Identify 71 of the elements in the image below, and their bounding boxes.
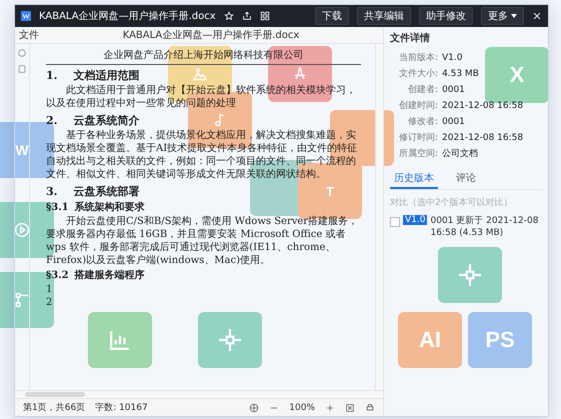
version-entry[interactable]: 0001 更新于 2021-12-08 16:58 (4.53 MB) bbox=[430, 215, 542, 239]
crosshair-icon bbox=[459, 264, 481, 286]
toolbar-button[interactable]: 下载 bbox=[315, 7, 349, 25]
panel-tab[interactable]: 历史版本 bbox=[390, 169, 438, 189]
globe-icon[interactable] bbox=[249, 402, 260, 412]
close-icon[interactable] bbox=[532, 11, 542, 21]
caret-icon bbox=[511, 14, 517, 18]
field-value: 4.53 MB bbox=[442, 68, 479, 81]
field-value: 公司文档 bbox=[442, 148, 478, 161]
compare-hint: 对比（选中2个版本可以对比） bbox=[390, 196, 514, 209]
heading-number: 1. bbox=[46, 68, 58, 83]
crosshair-icon bbox=[219, 329, 241, 351]
version-tag: V1.0 bbox=[403, 215, 428, 225]
body-paragraph: 此文档适用于普通用户对【开始云盘】软件系统的相关模块学习，以及在使用过程中对一些常见的问题的处理 bbox=[46, 84, 357, 110]
field-label: 修改者: bbox=[406, 116, 439, 129]
field-label: 创建者: bbox=[406, 84, 439, 97]
field-label: 创建时间: bbox=[398, 100, 439, 113]
word-count: 字数: 10167 bbox=[95, 402, 148, 414]
print-icon[interactable] bbox=[365, 402, 375, 412]
file-letter-text: W bbox=[15, 143, 29, 157]
body-paragraph: 基于各种业务场景，提供场景化文档应用，解决文档搜集难题，实现文档场景全覆盖。基于AI技术提取文件本身各种特征，由文件的特征自动找出与之相关联的文件，例如：同一个项目的文件、同一个流程的文件、相似文件、相同关键词等形成文件无限关联的网状结构。 bbox=[46, 129, 358, 181]
toolbar-button[interactable]: 助手修改 bbox=[419, 7, 473, 25]
panel-tab[interactable]: 评论 bbox=[452, 169, 480, 189]
more-menu-button[interactable]: 更多 bbox=[481, 7, 524, 25]
section-heading: 云盘系统部署 bbox=[73, 184, 140, 199]
fit-page-icon[interactable] bbox=[345, 402, 355, 412]
field-value: V1.0 bbox=[442, 52, 462, 65]
list-number: 2 bbox=[46, 296, 54, 309]
list-number: 1 bbox=[46, 283, 54, 296]
field-label: 所属空间: bbox=[398, 148, 439, 161]
file-menu[interactable]: 文件 bbox=[15, 28, 39, 42]
file-letter-text: AI bbox=[419, 329, 441, 351]
field-label: 修订时间: bbox=[398, 132, 439, 145]
share-icon[interactable] bbox=[242, 11, 252, 21]
page-count: 第1页，共66页 bbox=[23, 402, 86, 414]
flowchart-icon bbox=[15, 293, 29, 307]
toolbar-button[interactable]: 共享编辑 bbox=[357, 7, 411, 25]
bar-chart-icon bbox=[109, 329, 131, 351]
circle-icon[interactable] bbox=[17, 48, 27, 58]
section-heading: 云盘系统简介 bbox=[73, 113, 140, 128]
subheading-number: §3.2 bbox=[46, 269, 69, 283]
section-subheading: 系统架构和要求 bbox=[74, 201, 145, 215]
file-letter-text: PS bbox=[485, 329, 515, 351]
star-icon[interactable] bbox=[224, 11, 234, 21]
horizontal-scrollbar[interactable] bbox=[15, 390, 383, 398]
zoom-in-icon[interactable] bbox=[325, 402, 335, 412]
field-value: 0001 bbox=[442, 116, 465, 129]
field-value: 2021-12-08 16:58 bbox=[442, 132, 524, 145]
vertical-scrollbar[interactable] bbox=[375, 44, 383, 390]
document-header: 企业网盘产品介绍上海开始网络科技有限公司 bbox=[46, 48, 361, 65]
subheading-number: §3.1 bbox=[46, 201, 69, 215]
heading-number: 3. bbox=[46, 184, 58, 199]
word-file-icon bbox=[21, 11, 31, 21]
window-title: KABALA企业网盘—用户操作手册.docx bbox=[39, 10, 216, 23]
details-title: 文件详情 bbox=[390, 31, 431, 45]
document-filename: KABALA企业网盘—用户操作手册.docx bbox=[122, 28, 300, 42]
mountain-icon bbox=[193, 67, 207, 81]
body-paragraph: 开始云盘使用C/S和B/S架构，需使用 Wdows Server搭建服务，要求服务器内存最低 16GB，并且需要安装 Microsoft Office 或者 wps 软件，服务部署完成后可通过现代浏览器(IE11、chrome、Firefox)以及云盘客户端(windows、Mac)使用。 bbox=[46, 215, 360, 267]
play-icon bbox=[15, 223, 29, 237]
field-value: 0001 bbox=[442, 84, 465, 97]
field-label: 当前版本: bbox=[398, 52, 439, 65]
field-label: 文件大小: bbox=[398, 68, 439, 81]
section-subheading: 搭建服务端程序 bbox=[74, 269, 145, 283]
version-checkbox[interactable] bbox=[390, 217, 400, 227]
field-value: 2021-12-08 16:58 bbox=[442, 100, 524, 113]
file-letter-text: X bbox=[510, 64, 524, 86]
section-heading: 文档适用范围 bbox=[73, 68, 140, 83]
zoom-level: 100% bbox=[289, 402, 315, 412]
page-icon[interactable] bbox=[17, 64, 27, 74]
heading-number: 2. bbox=[46, 113, 58, 128]
file-letter-text: T bbox=[326, 184, 334, 198]
